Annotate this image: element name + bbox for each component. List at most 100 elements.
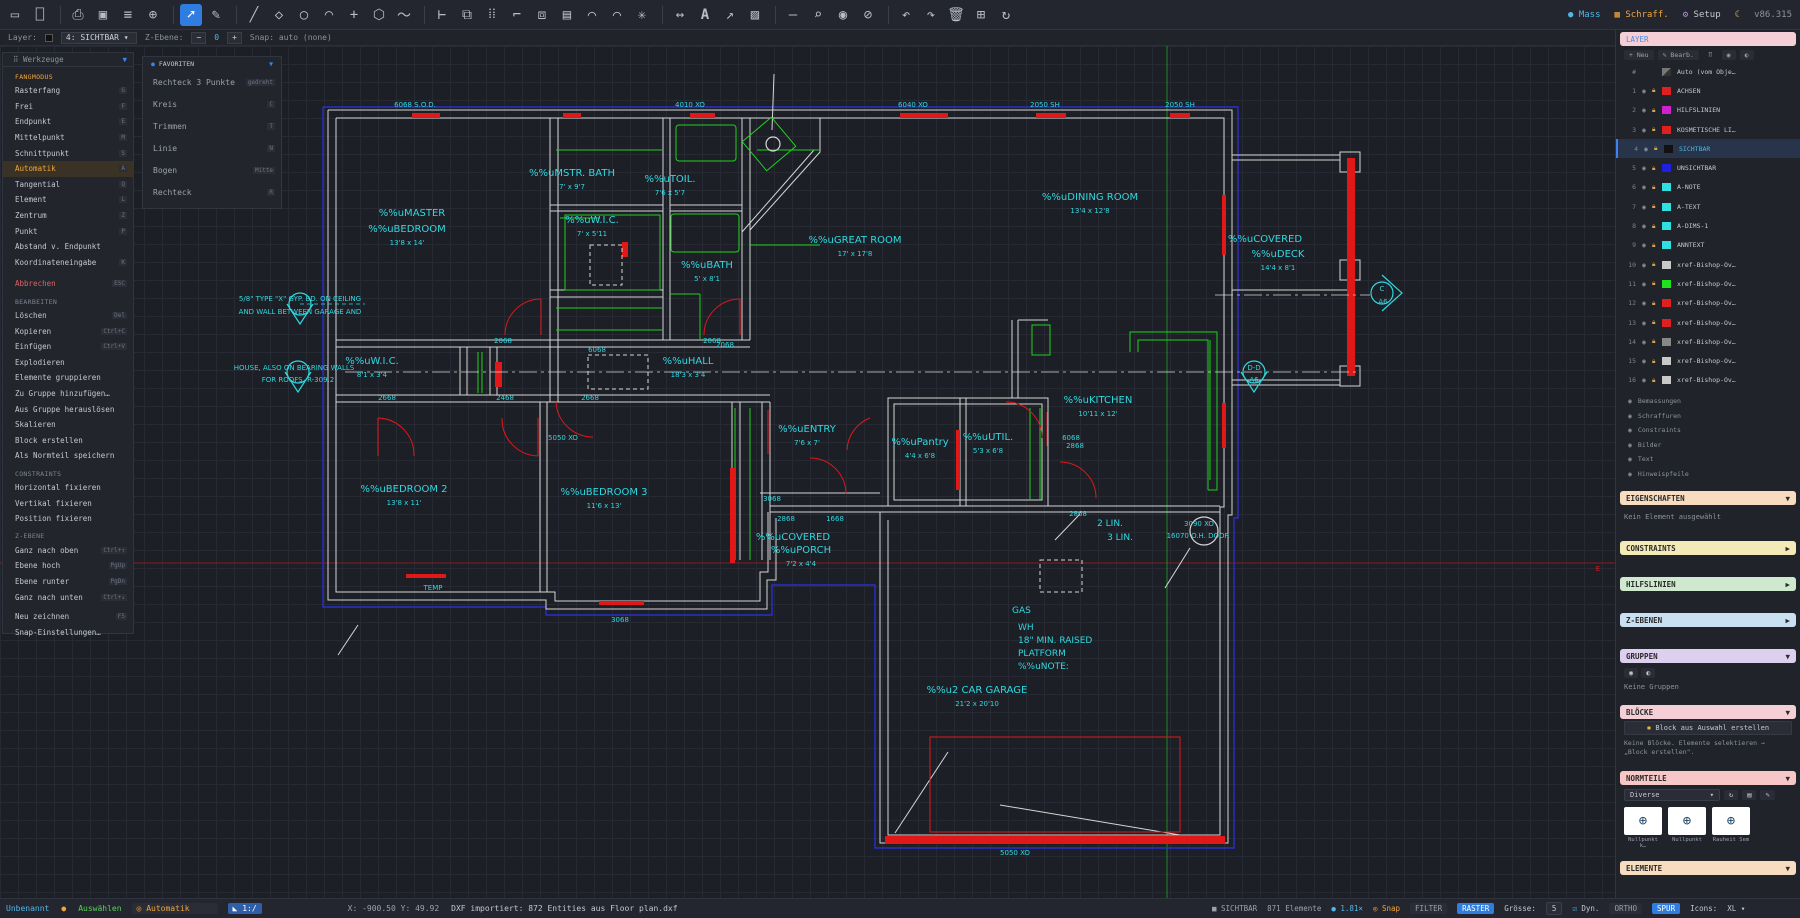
- layer-color[interactable]: [1662, 337, 1671, 346]
- fang-item[interactable]: Punkt P: [3, 223, 133, 239]
- layer-select[interactable]: 4: SICHTBAR ▾: [60, 31, 137, 44]
- zebene-item[interactable]: Ganz nach unten Ctrl+↓: [3, 589, 133, 605]
- polygon-tool-icon[interactable]: ⬡: [368, 4, 390, 26]
- spur-toggle[interactable]: SPUR: [1652, 903, 1681, 914]
- snap-settings-item[interactable]: Snap-Einstellungen…: [3, 624, 133, 640]
- scale-button[interactable]: ◣ 1:/: [227, 903, 262, 914]
- trash-icon[interactable]: 🗑︎: [945, 4, 967, 26]
- constraint-item[interactable]: Vertikal fixieren: [3, 495, 133, 511]
- fang-item[interactable]: Koordinateneingabe K: [3, 255, 133, 271]
- layer-row[interactable]: 10 ◉ 🔒︎ xref-Bishop-Ov…: [1616, 255, 1800, 274]
- z-minus-button[interactable]: −: [191, 31, 207, 44]
- icons-select[interactable]: XL ▾: [1727, 904, 1745, 913]
- layer-color[interactable]: [1662, 299, 1671, 308]
- layer-row[interactable]: 12 ◉ 🔒︎ xref-Bishop-Ov…: [1616, 294, 1800, 313]
- gruppen-eye-icon[interactable]: ◉: [1624, 668, 1639, 679]
- layer-edit-button[interactable]: ✎ Bearb.: [1657, 50, 1699, 60]
- dyn-checkbox[interactable]: ☑ Dyn.: [1572, 904, 1599, 913]
- theme-moon-icon[interactable]: ☾: [1735, 10, 1740, 20]
- zebene-item[interactable]: Ganz nach oben Ctrl+↑: [3, 542, 133, 558]
- normteil-card[interactable]: ⊕ Nullpunkt k…: [1624, 807, 1662, 849]
- layer-group-item[interactable]: ◉ Schraffuren: [1616, 409, 1800, 424]
- fang-item[interactable]: Tangential Q: [3, 177, 133, 193]
- block-create-button[interactable]: ✱ Block aus Auswahl erstellen: [1624, 721, 1792, 736]
- snap-mode-badge[interactable]: ◎ Automatik: [131, 903, 218, 914]
- zoom-icon[interactable]: ⌕: [807, 4, 829, 26]
- ortho-toggle[interactable]: ORTHO: [1609, 903, 1643, 914]
- refresh-icon[interactable]: ↻: [995, 4, 1017, 26]
- layer-lock-icon[interactable]: 🔒︎: [1652, 86, 1662, 95]
- bearbeiten-item[interactable]: Skalieren: [3, 417, 133, 433]
- new-file-icon[interactable]: ▭: [4, 4, 26, 26]
- layer-lock-icon[interactable]: 🔒︎: [1652, 357, 1662, 366]
- layer-eye-icon[interactable]: ◉: [1642, 338, 1652, 346]
- layer-eye-icon[interactable]: ◉: [1642, 261, 1652, 269]
- groesse-input[interactable]: 5: [1545, 902, 1563, 915]
- layer-group-item[interactable]: ◉ Hinweispfeile: [1616, 467, 1800, 482]
- layer-color[interactable]: [1662, 125, 1671, 134]
- eigenschaften-header[interactable]: EIGENSCHAFTEN ▼: [1620, 491, 1796, 506]
- layer-eye-icon[interactable]: ◉: [1642, 280, 1652, 288]
- layer-eye-icon[interactable]: ◉: [1642, 376, 1652, 384]
- layer-color[interactable]: [1662, 106, 1671, 115]
- array-icon[interactable]: ⁞⁞: [481, 4, 503, 26]
- fang-item[interactable]: Endpunkt E: [3, 114, 133, 130]
- layer-row[interactable]: 6 ◉ 🔒︎ A-NOTE: [1616, 178, 1800, 197]
- layer-eye-icon[interactable]: ◉: [1642, 106, 1652, 114]
- normteile-refresh-icon[interactable]: ↻: [1724, 790, 1739, 801]
- dim-linear-icon[interactable]: ↔: [669, 4, 691, 26]
- layer-color[interactable]: [1662, 241, 1671, 250]
- constraints-header[interactable]: CONSTRAINTS ▶: [1620, 541, 1796, 556]
- fang-item[interactable]: Mittelpunkt M: [3, 130, 133, 146]
- layer-lock-icon[interactable]: 🔒︎: [1654, 144, 1664, 153]
- gruppen-half-icon[interactable]: ◐: [1641, 668, 1656, 679]
- layer-lock-icon[interactable]: 🔒︎: [1652, 376, 1662, 385]
- gruppen-header[interactable]: GRUPPEN ▼: [1620, 649, 1796, 664]
- measure-icon[interactable]: ✎: [205, 4, 227, 26]
- normteile-select[interactable]: Diverse ▾: [1624, 789, 1720, 802]
- layer-eye-icon[interactable]: ◉: [1644, 145, 1654, 153]
- layer-row[interactable]: 14 ◉ 🔒︎ xref-Bishop-Ov…: [1616, 332, 1800, 351]
- zebene-item[interactable]: Ebene runter PgDn: [3, 574, 133, 590]
- normteil-card[interactable]: ⊕ Rauheit Sem: [1712, 807, 1750, 849]
- layer-row[interactable]: 4 ◉ 🔒︎ SICHTBAR: [1616, 139, 1800, 159]
- leader-icon[interactable]: ↗: [719, 4, 741, 26]
- grid-view-icon[interactable]: ⊞: [970, 4, 992, 26]
- copy-icon[interactable]: ⧉: [456, 4, 478, 26]
- z-plus-button[interactable]: +: [227, 31, 242, 44]
- layer-color[interactable]: [1662, 376, 1671, 385]
- redo-icon[interactable]: ↷: [920, 4, 942, 26]
- bearbeiten-item[interactable]: Explodieren: [3, 355, 133, 371]
- snap-toggle[interactable]: ◎ Snap: [1373, 904, 1400, 913]
- layer-row[interactable]: 8 ◉ 🔒︎ A-DIMS-1: [1616, 216, 1800, 235]
- layer-row[interactable]: 7 ◉ 🔒︎ A-TEXT: [1616, 197, 1800, 216]
- layer-group-item[interactable]: ◉ Text: [1616, 452, 1800, 467]
- favorit-item[interactable]: Bogen Mitte: [143, 159, 281, 181]
- zebenen-header[interactable]: Z-EBENEN ▶: [1620, 613, 1796, 628]
- fang-item[interactable]: Element L: [3, 192, 133, 208]
- layer-color[interactable]: [1662, 86, 1671, 95]
- layer-row[interactable]: 1 ◉ 🔒︎ ACHSEN: [1616, 81, 1800, 100]
- eraser-icon[interactable]: ◇: [268, 4, 290, 26]
- elemente-header[interactable]: ELEMENTE ▼: [1620, 861, 1796, 876]
- bearbeiten-item[interactable]: Einfügen Ctrl+V: [3, 339, 133, 355]
- layer-lock-icon[interactable]: 🔒︎: [1652, 241, 1662, 250]
- favoriten-collapse-icon[interactable]: ▼: [269, 60, 273, 68]
- layer-row[interactable]: 2 ◉ 🔒︎ HILFSLINIEN: [1616, 101, 1800, 120]
- layer-lock-icon[interactable]: 🔒︎: [1652, 260, 1662, 269]
- layer-row[interactable]: 13 ◉ 🔒︎ xref-Bishop-Ov…: [1616, 313, 1800, 332]
- layer-lock-icon[interactable]: 🔒︎: [1652, 183, 1662, 192]
- setup-button[interactable]: ⚙ Setup: [1683, 10, 1721, 20]
- schraff-toggle[interactable]: ▦ Schraff.: [1615, 10, 1669, 20]
- fang-item[interactable]: Automatik A: [3, 160, 133, 177]
- layer-color[interactable]: [1662, 279, 1671, 288]
- hide-icon[interactable]: ⊘: [857, 4, 879, 26]
- layer-eye-icon[interactable]: ◉: [1642, 319, 1652, 327]
- bearbeiten-item[interactable]: Löschen Del: [3, 308, 133, 324]
- layer-lock-icon[interactable]: 🔒︎: [1652, 125, 1662, 134]
- bearbeiten-item[interactable]: Aus Gruppe herauslösen: [3, 401, 133, 417]
- layer-eye-icon[interactable]: ◉: [1642, 357, 1652, 365]
- layer-row[interactable]: 5 ◉ 🔒︎ UNSICHTBAR: [1616, 158, 1800, 177]
- layer-color[interactable]: [1662, 318, 1671, 327]
- layer-eye-icon[interactable]: ◉: [1642, 299, 1652, 307]
